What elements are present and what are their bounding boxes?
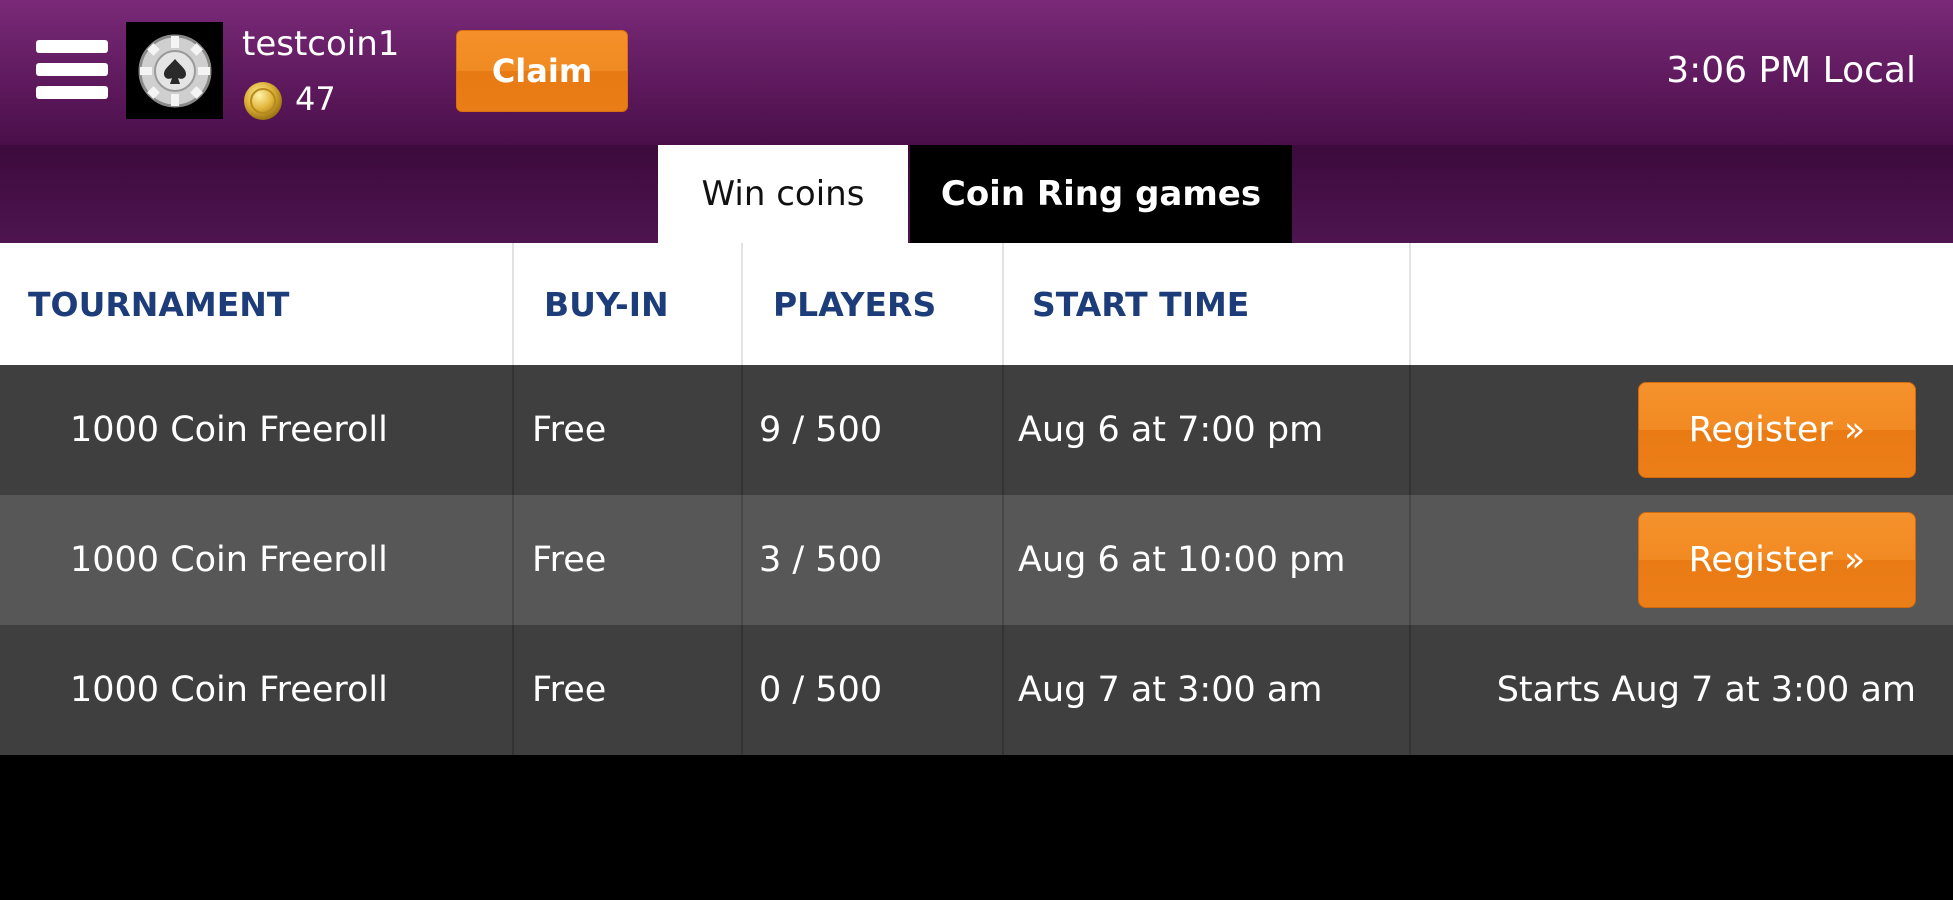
buy-in: Free bbox=[514, 495, 743, 625]
start-time: Aug 6 at 10:00 pm bbox=[1004, 495, 1411, 625]
buy-in: Free bbox=[514, 625, 743, 755]
start-time: Aug 6 at 7:00 pm bbox=[1004, 365, 1411, 495]
table-row[interactable]: 1000 Coin Freeroll Free 0 / 500 Aug 7 at… bbox=[0, 625, 1953, 755]
empty-area bbox=[0, 755, 1953, 900]
username: testcoin1 bbox=[242, 24, 400, 64]
tournament-name: 1000 Coin Freeroll bbox=[0, 625, 514, 755]
register-button[interactable]: Register » bbox=[1638, 512, 1916, 608]
poker-chip-icon bbox=[138, 34, 211, 107]
table-row[interactable]: 1000 Coin Freeroll Free 9 / 500 Aug 6 at… bbox=[0, 365, 1953, 495]
claim-button[interactable]: Claim bbox=[456, 30, 628, 112]
tab-win-coins[interactable]: Win coins bbox=[658, 145, 908, 243]
column-header-start-time[interactable]: START TIME bbox=[1004, 243, 1411, 365]
hamburger-menu-icon[interactable] bbox=[36, 40, 108, 106]
local-time: 3:06 PM Local bbox=[1666, 50, 1916, 91]
table-header: TOURNAMENT BUY-IN PLAYERS START TIME bbox=[0, 243, 1953, 365]
buy-in: Free bbox=[514, 365, 743, 495]
tournament-name: 1000 Coin Freeroll bbox=[0, 365, 514, 495]
top-header: testcoin1 47 Claim 3:06 PM Local bbox=[0, 0, 1953, 145]
row-action: Register » bbox=[1411, 365, 1953, 495]
column-header-players[interactable]: PLAYERS bbox=[743, 243, 1004, 365]
coin-icon bbox=[244, 82, 282, 120]
tab-coin-ring-games[interactable]: Coin Ring games bbox=[910, 145, 1292, 243]
tournament-name: 1000 Coin Freeroll bbox=[0, 495, 514, 625]
row-action: Register » bbox=[1411, 495, 1953, 625]
start-time: Aug 7 at 3:00 am bbox=[1004, 625, 1411, 755]
column-header-action bbox=[1411, 243, 1953, 365]
row-action: Starts Aug 7 at 3:00 am bbox=[1411, 625, 1953, 755]
tab-bar: Win coins Coin Ring games bbox=[0, 145, 1953, 243]
players-count: 0 / 500 bbox=[743, 625, 1004, 755]
table-row[interactable]: 1000 Coin Freeroll Free 3 / 500 Aug 6 at… bbox=[0, 495, 1953, 625]
avatar[interactable] bbox=[126, 22, 223, 119]
coin-balance: 47 bbox=[295, 80, 336, 118]
players-count: 9 / 500 bbox=[743, 365, 1004, 495]
column-header-tournament[interactable]: TOURNAMENT bbox=[0, 243, 514, 365]
players-count: 3 / 500 bbox=[743, 495, 1004, 625]
starts-at-text: Starts Aug 7 at 3:00 am bbox=[1496, 670, 1916, 710]
register-button[interactable]: Register » bbox=[1638, 382, 1916, 478]
column-header-buy-in[interactable]: BUY-IN bbox=[514, 243, 743, 365]
